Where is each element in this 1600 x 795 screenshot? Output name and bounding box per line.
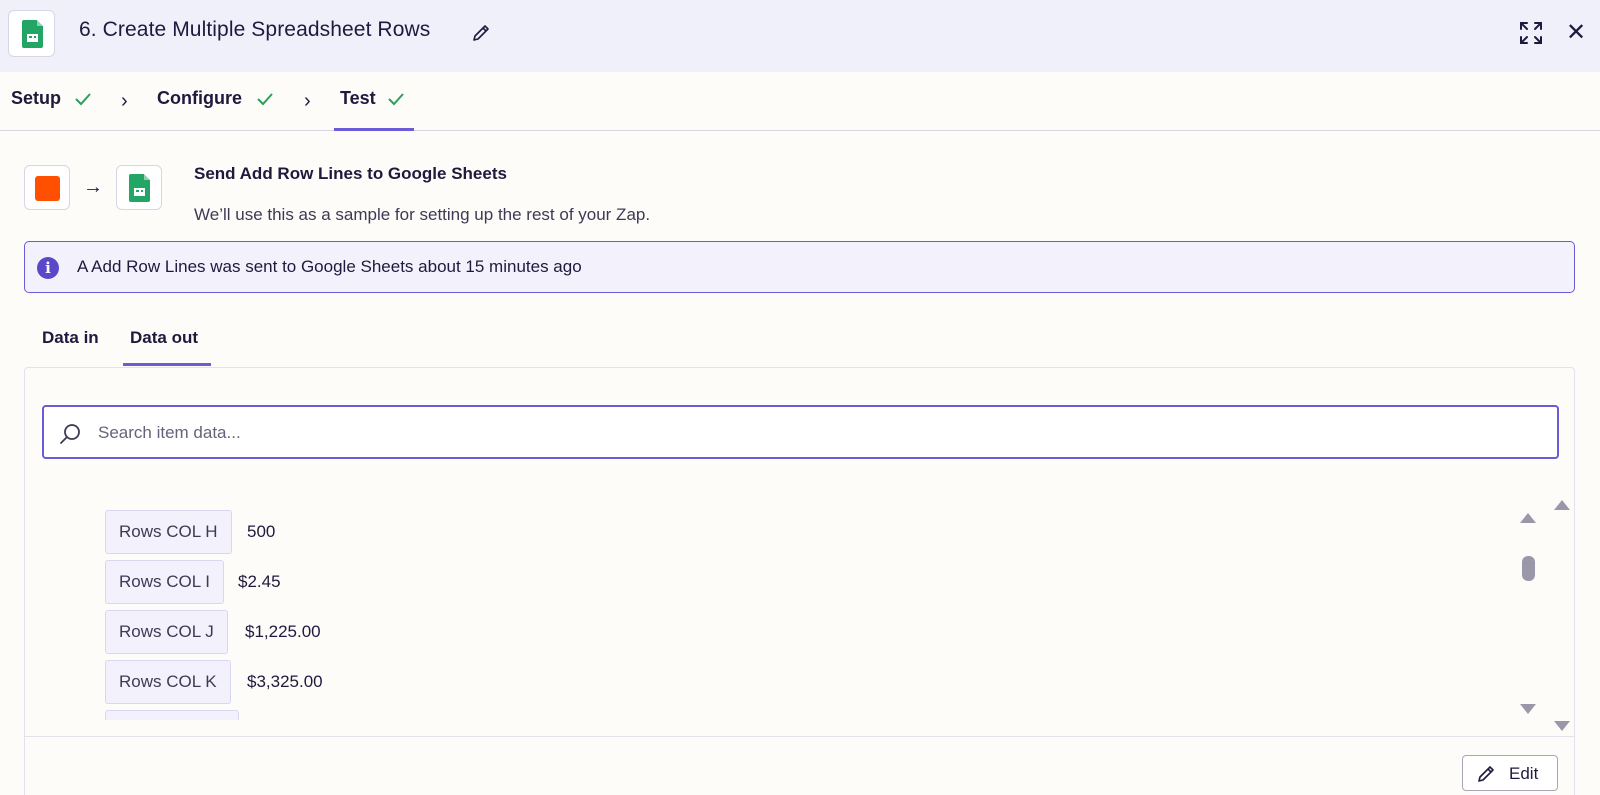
field-value: $1,225.00 bbox=[245, 622, 321, 641]
check-icon bbox=[388, 93, 404, 106]
check-icon bbox=[257, 93, 273, 106]
tab-configure[interactable]: Configure bbox=[157, 88, 242, 109]
app-tile bbox=[8, 10, 55, 57]
scroll-up-icon[interactable] bbox=[1554, 500, 1570, 510]
field-value: $2.45 bbox=[238, 572, 281, 591]
pencil-icon bbox=[1478, 766, 1494, 782]
close-icon[interactable]: ✕ bbox=[1566, 21, 1586, 45]
info-banner: i A Add Row Lines was sent to Google She… bbox=[24, 241, 1575, 293]
field-key[interactable]: Rows COL K bbox=[105, 660, 231, 704]
active-step-indicator bbox=[334, 128, 414, 131]
info-icon: i bbox=[37, 257, 59, 279]
field-key[interactable]: Rows COL J bbox=[105, 610, 228, 654]
scroll-up-icon[interactable] bbox=[1520, 513, 1536, 523]
scroll-thumb[interactable] bbox=[1522, 556, 1535, 581]
source-app-tile bbox=[24, 165, 70, 210]
field-value: $3,325.00 bbox=[247, 672, 323, 691]
tab-setup[interactable]: Setup bbox=[11, 88, 61, 109]
active-data-tab-indicator bbox=[123, 363, 211, 366]
tab-test[interactable]: Test bbox=[340, 88, 376, 109]
step-tabs: Setup › Configure › Test bbox=[0, 72, 1600, 131]
edit-button[interactable]: Edit bbox=[1462, 755, 1558, 791]
footer-divider bbox=[25, 736, 1574, 737]
info-message: A Add Row Lines was sent to Google Sheet… bbox=[77, 257, 582, 276]
pencil-icon[interactable] bbox=[471, 23, 491, 43]
step-title: 6. Create Multiple Spreadsheet Rows bbox=[79, 18, 431, 41]
search-icon bbox=[60, 424, 80, 444]
panel-header: 6. Create Multiple Spreadsheet Rows ✕ bbox=[0, 0, 1600, 72]
data-out-panel: Rows COL H 500 Rows COL I $2.45 Rows COL… bbox=[24, 367, 1575, 795]
search-input[interactable] bbox=[98, 419, 1538, 447]
google-sheets-icon bbox=[129, 174, 150, 202]
chevron-right-icon: › bbox=[121, 90, 128, 112]
field-key[interactable] bbox=[105, 710, 239, 720]
search-box[interactable] bbox=[42, 405, 1559, 459]
google-sheets-icon bbox=[22, 20, 43, 48]
source-app-icon bbox=[35, 176, 60, 201]
chevron-right-icon: › bbox=[304, 90, 311, 112]
field-value: 500 bbox=[247, 522, 276, 541]
destination-app-tile bbox=[116, 165, 162, 210]
scroll-down-icon[interactable] bbox=[1520, 704, 1536, 714]
data-list: Rows COL H 500 Rows COL I $2.45 Rows COL… bbox=[105, 510, 1505, 720]
tab-data-out[interactable]: Data out bbox=[130, 328, 198, 348]
edit-label: Edit bbox=[1509, 764, 1539, 783]
check-icon bbox=[75, 93, 91, 106]
page-scrollbar[interactable] bbox=[1550, 497, 1570, 732]
field-key[interactable]: Rows COL H bbox=[105, 510, 232, 554]
sample-title: Send Add Row Lines to Google Sheets bbox=[194, 164, 507, 183]
list-scrollbar[interactable] bbox=[1515, 513, 1541, 718]
scroll-down-icon[interactable] bbox=[1554, 721, 1570, 731]
field-key[interactable]: Rows COL I bbox=[105, 560, 225, 604]
arrow-right-icon: → bbox=[83, 176, 103, 198]
sample-subtitle: We’ll use this as a sample for setting u… bbox=[194, 205, 651, 224]
expand-icon[interactable] bbox=[1518, 20, 1544, 46]
tab-data-in[interactable]: Data in bbox=[42, 328, 99, 348]
